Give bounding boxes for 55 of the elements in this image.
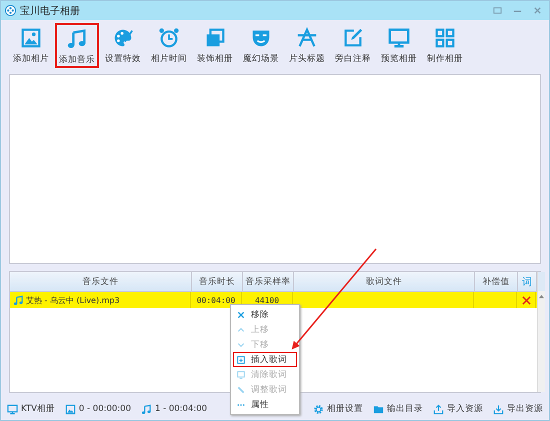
picture-icon — [20, 27, 42, 49]
film-reel-icon — [5, 5, 16, 16]
chevron-up-icon — [237, 326, 245, 334]
music-note-icon — [13, 294, 24, 306]
toolbar-button[interactable]: 装饰相册 — [193, 23, 237, 68]
music-note-icon — [66, 28, 88, 50]
monitor-icon — [7, 404, 18, 414]
restore-icon — [492, 6, 502, 15]
status-text: 0 - 00:00:00 — [78, 404, 131, 414]
menu-item[interactable]: 属性 — [233, 397, 297, 412]
palette-icon — [112, 27, 134, 49]
toolbar-button[interactable]: 相片时间 — [147, 23, 191, 68]
grid-icon — [434, 27, 456, 49]
toolbar-button[interactable]: 添加相片 — [9, 23, 53, 68]
column-header[interactable]: 音乐采样率 — [243, 272, 294, 291]
status-button[interactable]: 相册设置 — [327, 403, 363, 415]
column-header[interactable]: 音乐时长 — [192, 272, 243, 291]
toolbar-button[interactable]: 片头标题 — [285, 23, 329, 68]
music-note-icon — [140, 404, 152, 414]
scrollbar[interactable] — [537, 272, 545, 392]
delete-icon[interactable] — [522, 296, 530, 304]
status-text: KTV相册 — [21, 403, 55, 415]
chevron-down-icon — [237, 340, 245, 348]
toolbar-button[interactable]: 旁白注释 — [331, 23, 375, 68]
column-header[interactable]: 补偿值 — [475, 272, 518, 291]
status-button[interactable]: 输出目录 — [387, 403, 423, 415]
close-icon — [532, 6, 542, 15]
upload-icon — [433, 404, 444, 414]
status-button[interactable]: 导出资源 — [507, 403, 543, 415]
pencil-square-icon — [342, 27, 364, 49]
status-button[interactable]: 导入资源 — [447, 403, 483, 415]
toolbar-button[interactable]: 制作相册 — [423, 23, 467, 68]
file-name: 艾热 - 乌云中 (Live).mp3 — [26, 294, 120, 306]
scroll-up-icon[interactable] — [538, 294, 545, 299]
toolbar-button[interactable]: 预览相册 — [377, 23, 421, 68]
monitor-icon — [388, 27, 410, 49]
status-text: 1 - 00:04:00 — [154, 404, 208, 414]
stacked-frames-icon — [204, 27, 226, 49]
toolbar-button[interactable]: 设置特效 — [101, 23, 145, 68]
alarm-clock-icon — [158, 27, 180, 49]
picture-icon — [64, 404, 76, 414]
settings-icon — [313, 404, 324, 414]
toolbar-button[interactable]: 魔幻场景 — [239, 23, 283, 68]
column-header[interactable]: 音乐文件 — [10, 272, 192, 291]
insert-icon — [237, 356, 245, 364]
toolbar-button[interactable]: 添加音乐 — [55, 23, 99, 68]
folder-icon — [373, 404, 384, 414]
menu-item[interactable]: 插入歌词 — [233, 352, 297, 367]
download-icon — [493, 404, 504, 414]
column-header[interactable]: 歌词文件 — [294, 272, 475, 291]
close-icon — [237, 310, 245, 318]
table-row[interactable]: 艾热 - 乌云中 (Live).mp3 00:04:00 44100 — [10, 292, 537, 308]
window-title: 宝川电子相册 — [20, 4, 80, 18]
letter-a-icon — [296, 27, 318, 49]
menu-item[interactable]: 移除 — [233, 307, 297, 322]
